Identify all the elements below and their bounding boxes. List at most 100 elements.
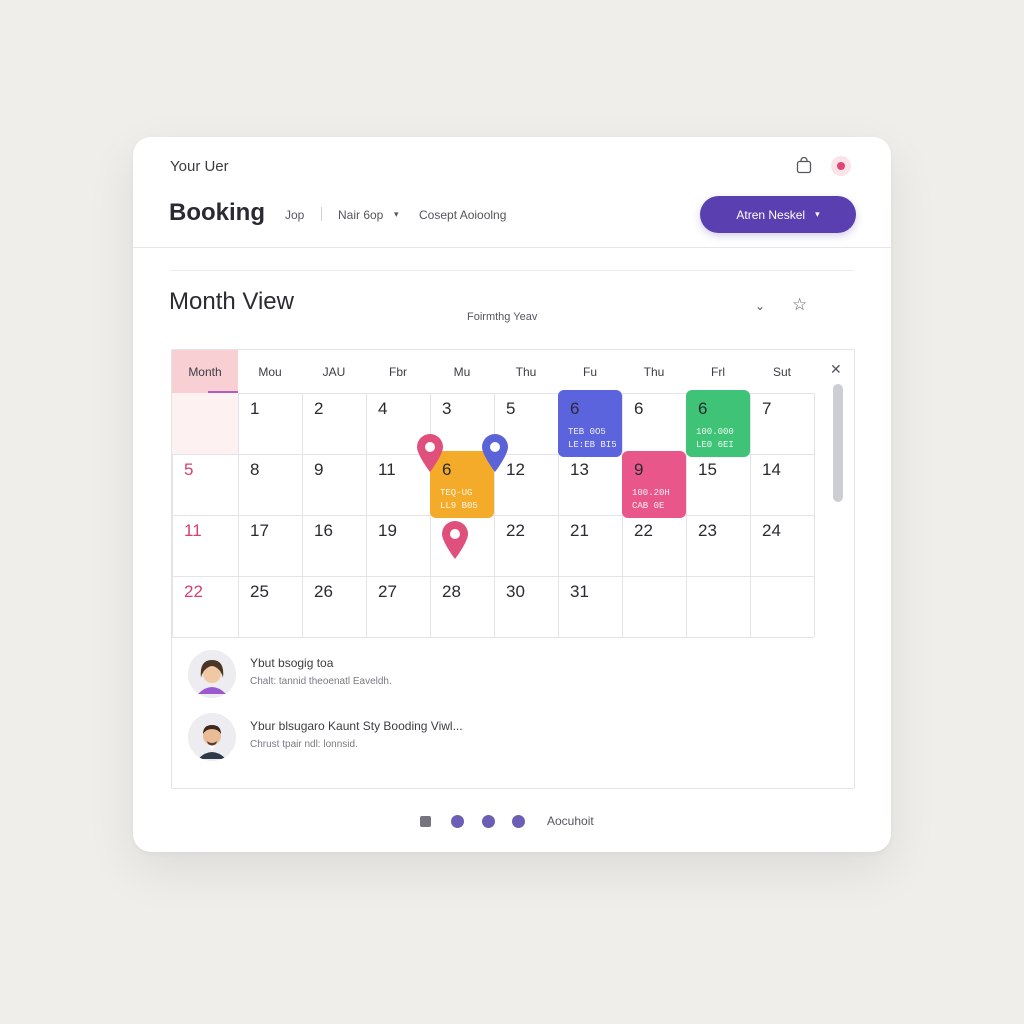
day-cell[interactable]: 28: [430, 576, 494, 637]
day-number: 3: [442, 399, 452, 418]
day-cell[interactable]: 7: [750, 393, 814, 454]
day-cell[interactable]: 27: [366, 576, 430, 637]
user-label: Your Uer: [170, 158, 229, 175]
day-cell[interactable]: 16: [302, 515, 366, 576]
day-number: 13: [570, 460, 589, 479]
day-cell[interactable]: 22: [494, 515, 558, 576]
day-number: 26: [314, 582, 333, 601]
day-cell[interactable]: 5: [172, 454, 238, 515]
day-header: Thu: [643, 364, 665, 379]
pin-icon[interactable]: [415, 433, 445, 473]
star-icon[interactable]: ☆: [792, 295, 807, 315]
day-number: 6: [698, 399, 708, 418]
event-line: 100.20H: [632, 488, 670, 498]
event-line: 100.000: [696, 427, 734, 437]
grid-line: [814, 393, 815, 637]
day-cell[interactable]: 25: [238, 576, 302, 637]
calendar-panel: Month Mou JAU Fbr Mu Thu Fu Thu Frl Sut ✕ 12435T…: [171, 349, 855, 789]
day-cell[interactable]: 26: [302, 576, 366, 637]
primary-action-button[interactable]: Atren Neskel ▾: [700, 196, 856, 233]
bell-icon[interactable]: [831, 156, 851, 176]
avatar: [188, 713, 236, 761]
day-header: JAU: [322, 364, 346, 379]
nav-item-3[interactable]: Cosept Aoioolng: [419, 208, 506, 222]
day-cell[interactable]: 100.000 LE0 6EI 6: [686, 390, 750, 457]
day-number: 4: [378, 399, 388, 418]
day-cell[interactable]: 22: [172, 576, 238, 637]
day-header: Fbr: [389, 364, 407, 379]
day-cell[interactable]: 21: [558, 515, 622, 576]
day-cell[interactable]: 14: [750, 454, 814, 515]
nav-item-1[interactable]: Jop: [285, 208, 304, 222]
day-header: Thu: [515, 364, 537, 379]
day-number: 16: [314, 521, 333, 540]
booking-item[interactable]: Ybur blsugaro Kaunt Sty Booding Viwl... …: [188, 713, 788, 761]
day-number: 6: [634, 399, 644, 418]
day-cell[interactable]: TEB 0O5 LE:EB BI5 6: [558, 390, 622, 457]
booking-subtitle: Chrust tpair ndl: lonnsid.: [250, 739, 358, 750]
section-divider: [170, 270, 854, 271]
booking-title: Ybut bsogig toa: [250, 656, 334, 670]
pin-icon[interactable]: [480, 433, 510, 473]
day-header: Sut: [772, 364, 791, 379]
day-number: 22: [634, 521, 653, 540]
scrollbar-thumb[interactable]: [833, 384, 843, 502]
day-number: 11: [378, 460, 396, 479]
day-cell[interactable]: 1: [238, 393, 302, 454]
day-number: 27: [378, 582, 397, 601]
day-cell[interactable]: 22: [622, 515, 686, 576]
day-cell[interactable]: 13: [558, 454, 622, 515]
day-cell[interactable]: 31: [558, 576, 622, 637]
day-number: 8: [250, 460, 260, 479]
day-cell[interactable]: 9: [302, 454, 366, 515]
day-cell[interactable]: 17: [238, 515, 302, 576]
tab-month-label: Month: [188, 364, 222, 379]
day-number: 22: [506, 521, 525, 540]
pager-dot[interactable]: [451, 815, 464, 828]
booking-subtitle: Chalt: tannid theoenatl Eaveldh.: [250, 676, 392, 687]
chevron-down-icon[interactable]: ▾: [394, 209, 399, 220]
event-block[interactable]: TEB 0O5 LE:EB BI5 6: [558, 390, 622, 457]
event-line: CAB 0E: [632, 501, 665, 511]
booking-title: Ybur blsugaro Kaunt Sty Booding Viwl...: [250, 719, 463, 733]
day-cell[interactable]: 30: [494, 576, 558, 637]
pager-label[interactable]: Aocuhoit: [547, 814, 594, 828]
event-block[interactable]: 100.000 LE0 6EI 6: [686, 390, 750, 457]
header-divider: [133, 247, 891, 248]
pager-square[interactable]: [420, 816, 431, 827]
day-number: 1: [250, 399, 260, 418]
day-cell[interactable]: 6: [622, 393, 686, 454]
event-line: LE:EB BI5: [568, 440, 617, 450]
day-number: 15: [698, 460, 717, 479]
event-block[interactable]: 100.20H CAB 0E 9: [622, 451, 686, 518]
view-subtitle: Foirmthg Yeav: [467, 311, 538, 323]
pager-dot[interactable]: [512, 815, 525, 828]
day-number: 5: [506, 399, 516, 418]
day-number: 7: [762, 399, 772, 418]
pager-dot[interactable]: [482, 815, 495, 828]
tab-month[interactable]: Month: [172, 350, 238, 393]
booking-item[interactable]: Ybut bsogig toa Chalt: tannid theoenatl …: [188, 650, 788, 698]
day-number: 22: [184, 582, 203, 601]
chevron-down-icon[interactable]: ⌄: [755, 299, 765, 313]
day-header: Fu: [582, 364, 597, 379]
day-cell[interactable]: 100.20H CAB 0E 9: [622, 451, 686, 518]
day-cell[interactable]: 19: [366, 515, 430, 576]
day-cell[interactable]: 2: [302, 393, 366, 454]
day-cell[interactable]: 23: [686, 515, 750, 576]
day-cell[interactable]: 11: [172, 515, 238, 576]
day-cell[interactable]: 24: [750, 515, 814, 576]
day-number: 21: [570, 521, 589, 540]
page-title: Booking: [169, 199, 265, 226]
day-cell[interactable]: 8: [238, 454, 302, 515]
pin-icon[interactable]: [440, 520, 470, 560]
day-cell[interactable]: 15: [686, 454, 750, 515]
day-number: 17: [250, 521, 269, 540]
nav-item-2[interactable]: Nair 6op: [338, 208, 383, 222]
primary-action-label: Atren Neskel: [736, 207, 806, 222]
day-number: 30: [506, 582, 525, 601]
bag-icon[interactable]: [796, 156, 812, 174]
event-line: LL9 B05: [440, 501, 478, 511]
nav-separator: [321, 207, 322, 221]
close-icon[interactable]: ✕: [830, 361, 842, 378]
